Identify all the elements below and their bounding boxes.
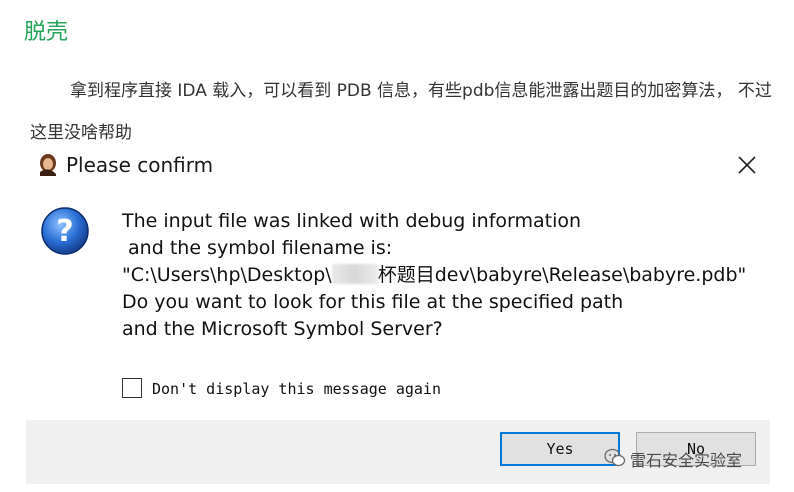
question-icon: ? bbox=[41, 207, 89, 255]
message-path-start: "C:\Users\hp\Desktop\ bbox=[122, 264, 332, 286]
message-path-line: "C:\Users\hp\Desktop\ 杯题目dev\babyre\Relea… bbox=[122, 262, 770, 289]
watermark-text: 雷石安全实验室 bbox=[630, 451, 743, 470]
svg-text:?: ? bbox=[56, 214, 73, 249]
message-line: The input file was linked with debug inf… bbox=[122, 210, 582, 232]
dialog-title: Please confirm bbox=[66, 153, 214, 177]
wechat-icon bbox=[604, 448, 626, 467]
close-icon[interactable] bbox=[730, 148, 764, 182]
article-paragraph: 拿到程序直接 IDA 载入，可以看到 PDB 信息，有些pdb信息能泄露出题目的… bbox=[30, 81, 772, 143]
yes-button[interactable]: Yes bbox=[500, 432, 620, 466]
message-line: Do you want to look for this file at the… bbox=[122, 291, 624, 313]
message-line: and the Microsoft Symbol Server? bbox=[122, 318, 443, 340]
dialog-message: The input file was linked with debug inf… bbox=[122, 208, 770, 343]
dont-display-checkbox[interactable] bbox=[122, 378, 142, 398]
ida-app-icon bbox=[40, 154, 56, 176]
message-line: and the symbol filename is: bbox=[122, 237, 393, 259]
confirm-dialog: Please confirm ? The input file was link… bbox=[26, 146, 770, 484]
redacted-text bbox=[331, 264, 378, 284]
dont-display-label[interactable]: Don't display this message again bbox=[152, 380, 441, 398]
section-heading: 脱壳 bbox=[24, 20, 69, 45]
dialog-titlebar: Please confirm bbox=[26, 146, 770, 184]
message-path-end: 杯题目dev\babyre\Release\babyre.pdb" bbox=[377, 264, 747, 286]
